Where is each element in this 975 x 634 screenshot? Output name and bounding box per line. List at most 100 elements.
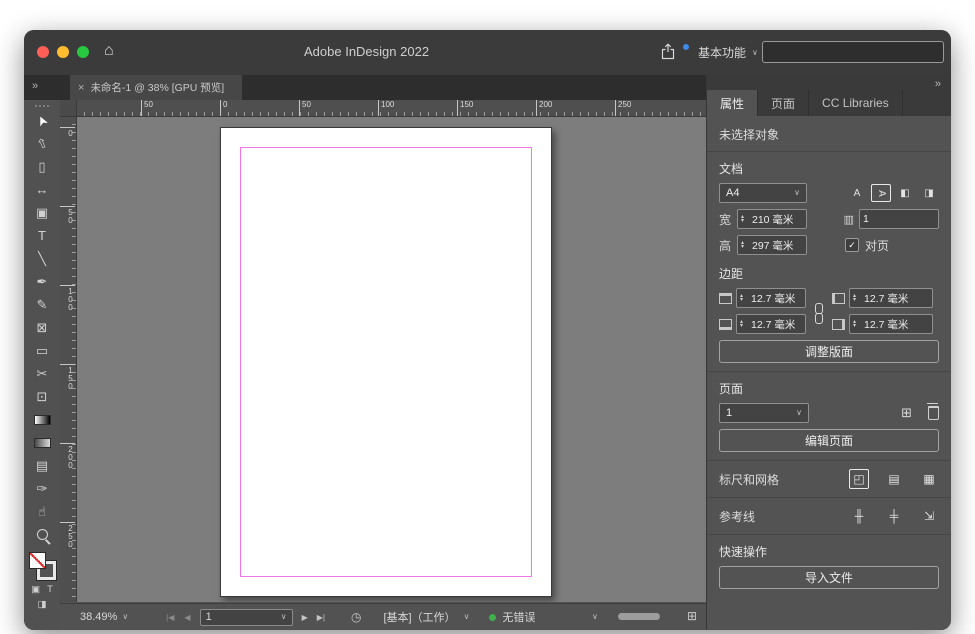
current-page-dropdown[interactable]: 1 ∨ [719,403,809,423]
toolbar-collapse-icon[interactable]: » [32,80,38,92]
tab-pages[interactable]: 页面 [758,90,810,116]
facing-pages-checkbox[interactable]: ✓ [845,238,859,252]
page-tool-icon: ▯ [38,158,46,174]
import-file-button[interactable]: 导入文件 [719,566,939,589]
share-icon[interactable] [660,43,676,65]
gap-tool[interactable]: ↔ [24,178,60,201]
edit-page-button[interactable]: 编辑页面 [719,429,939,452]
panel-collapse-icon[interactable]: » [935,78,941,90]
search-input[interactable] [762,41,944,63]
no-errors-label: 无错误 [502,612,536,624]
document-page[interactable] [220,127,552,597]
document-grid-icon[interactable]: ▦ [919,469,939,489]
stepper-down-icon[interactable]: ▾ [853,323,861,328]
margin-top-field[interactable]: ▴ ▾ 12.7 毫米 [736,288,806,308]
direct-selection-tool[interactable]: ⇧ [24,132,60,155]
horizontal-scrollbar-thumb[interactable] [618,613,660,620]
stepper-down-icon[interactable]: ▾ [853,297,861,302]
margin-inside-icon [832,292,845,304]
screen-mode-icon[interactable]: ◨ [38,599,47,610]
add-page-icon[interactable]: ⊞ [901,405,912,421]
note-tool[interactable]: ▤ [24,454,60,477]
binding-rtl-icon[interactable]: ◨ [919,184,939,202]
page-tool[interactable]: ▯ [24,155,60,178]
content-collector-tool[interactable]: ▣ [24,201,60,224]
orientation-landscape-icon[interactable]: A [871,184,891,202]
preflight-clock-icon[interactable]: ◷ [351,610,361,624]
toolbar-drag-handle[interactable] [35,105,49,107]
margin-inside-field[interactable]: ▴ ▾ 12.7 毫米 [849,288,933,308]
horizontal-ruler[interactable]: 50 0 50 100 150 200 250 [76,100,706,117]
formatting-affects-text-icon[interactable]: T [47,584,53,595]
page-size-dropdown[interactable]: A4 ∨ [719,183,807,203]
zoom-tool[interactable] [24,523,60,546]
orientation-portrait-icon[interactable]: A [847,184,867,202]
fill-stroke-swatches[interactable] [24,550,60,582]
close-tab-icon[interactable]: × [78,82,84,94]
first-page-button[interactable]: |◀ [166,613,174,622]
pasteboard[interactable] [76,116,706,602]
chevron-down-icon[interactable]: ∨ [592,613,598,621]
rectangle-tool[interactable]: ▭ [24,339,60,362]
stepper[interactable]: ▴ ▾ [741,240,749,250]
ruler-origin-corner[interactable] [60,100,77,117]
stepper[interactable]: ▴ ▾ [853,319,861,329]
type-tool[interactable]: T [24,224,60,247]
home-icon[interactable]: ⌂ [104,42,114,60]
frame-tool[interactable]: ⊠ [24,316,60,339]
height-field[interactable]: ▴ ▾ 297 毫米 [737,235,807,255]
zoom-level-dropdown[interactable]: 38.49% ∨ [80,611,128,623]
eyedropper-tool[interactable]: ✑ [24,477,60,500]
workspace-switcher[interactable]: 基本功能 ∨ [698,44,758,61]
minimize-window-button[interactable] [57,46,69,58]
gradient-feather-tool[interactable] [24,431,60,454]
margin-bottom-field[interactable]: ▴ ▾ 12.7 毫米 [736,314,806,334]
stepper-down-icon[interactable]: ▾ [740,297,748,302]
delete-page-icon[interactable] [927,403,939,420]
free-transform-tool[interactable]: ⊡ [24,385,60,408]
ruler-guides-icon[interactable]: ╪ [884,506,904,526]
last-page-button[interactable]: ▶| [317,613,325,622]
margin-guides [240,147,532,577]
margin-outside-field[interactable]: ▴ ▾ 12.7 毫米 [849,314,933,334]
previous-page-button[interactable]: ◀ [184,613,190,622]
pencil-tool[interactable]: ✎ [24,293,60,316]
next-page-button[interactable]: ▶ [302,613,308,622]
smart-guides-icon[interactable]: ⇲ [919,506,939,526]
gradient-tool[interactable] [24,408,60,431]
page-count-icon: ▥ [843,213,854,226]
stepper[interactable]: ▴ ▾ [740,319,748,329]
line-tool[interactable]: ╲ [24,247,60,270]
page-number-dropdown[interactable]: 1 ∨ [199,608,293,626]
fill-swatch-none[interactable] [29,552,46,569]
stepper-down-icon[interactable]: ▾ [740,323,748,328]
baseline-grid-icon[interactable]: ▤ [884,469,904,489]
ruler-label: 100 [60,285,75,311]
chevron-down-icon[interactable]: ∨ [464,613,470,621]
adjust-layout-button[interactable]: 调整版面 [719,340,939,363]
selection-tool[interactable]: ➤ [24,109,60,132]
stepper-down-icon[interactable]: ▾ [741,244,749,249]
scissors-tool[interactable]: ✂ [24,362,60,385]
stepper-down-icon[interactable]: ▾ [741,218,749,223]
column-guides-glyph: ╫ [854,509,864,523]
binding-ltr-icon[interactable]: ◧ [895,184,915,202]
column-guides-icon[interactable]: ╫ [849,506,869,526]
show-rulers-icon[interactable]: ◰ [849,469,869,489]
document-tab[interactable]: × 未命名-1 @ 38% [GPU 预览] [70,75,242,100]
width-field[interactable]: ▴ ▾ 210 毫米 [737,209,807,229]
stepper[interactable]: ▴ ▾ [740,293,748,303]
stepper[interactable]: ▴ ▾ [741,214,749,224]
hand-tool[interactable]: ☝ [24,500,60,523]
tab-properties[interactable]: 属性 [707,90,759,116]
vertical-ruler[interactable]: 0 50 100 150 200 250 [60,116,77,602]
tab-cc-libraries[interactable]: CC Libraries [809,90,903,116]
formatting-affects-container-icon[interactable]: ▣ [31,584,40,595]
stepper[interactable]: ▴ ▾ [853,293,861,303]
page-count-field[interactable]: 1 [859,209,939,229]
close-window-button[interactable] [37,46,49,58]
link-margins-icon[interactable] [815,303,824,324]
pen-tool[interactable]: ✒ [24,270,60,293]
zoom-window-button[interactable] [77,46,89,58]
grid-view-icon[interactable]: ⊞ [687,609,697,623]
